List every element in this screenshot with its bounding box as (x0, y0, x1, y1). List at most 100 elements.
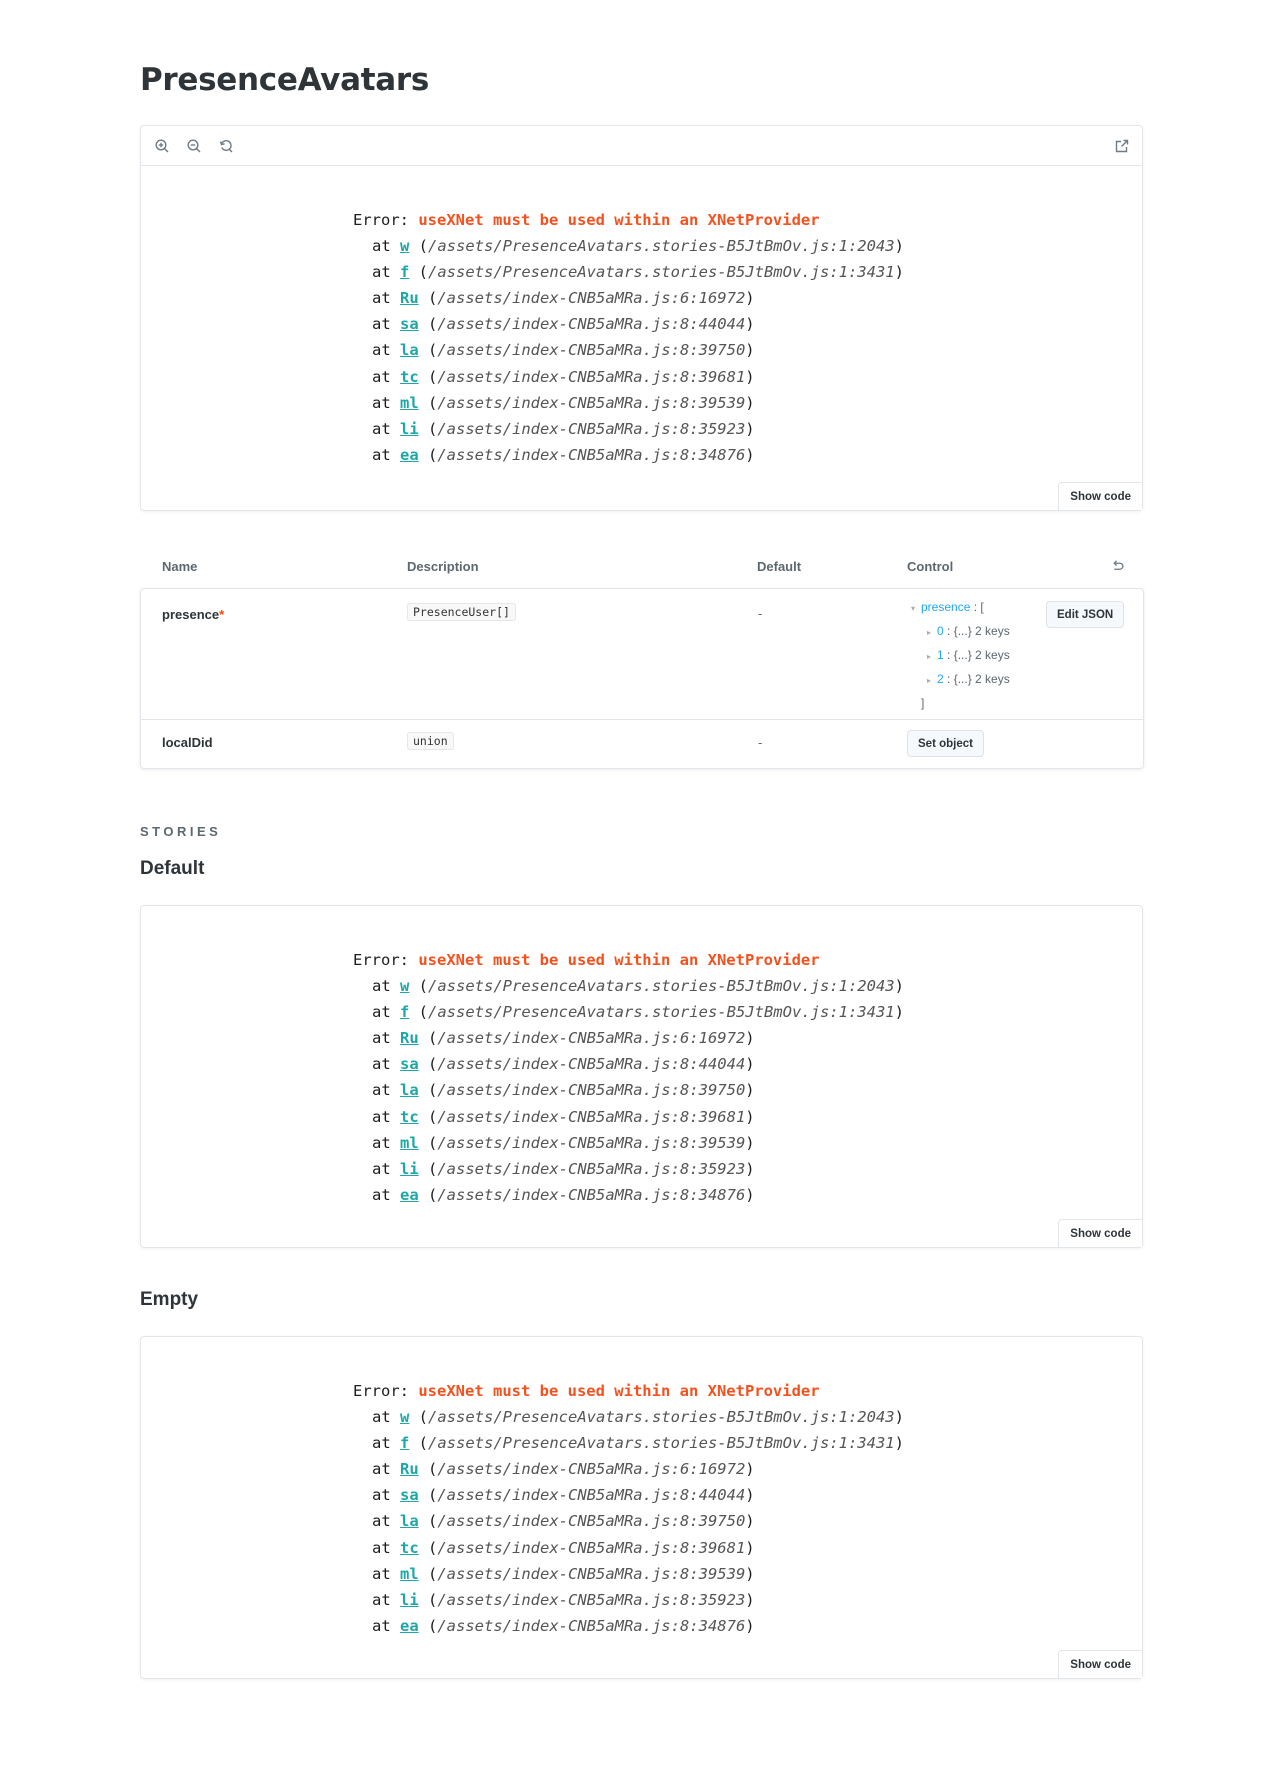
stack-function-link[interactable]: w (400, 237, 409, 255)
error-label: Error: (353, 211, 419, 229)
stack-frame: at w (/assets/PresenceAvatars.stories-B5… (372, 977, 904, 996)
set-object-button[interactable]: Set object (907, 730, 984, 757)
show-code-button[interactable]: Show code (1058, 1219, 1142, 1247)
stack-function-link[interactable]: f (400, 263, 409, 281)
stack-frame: at la (/assets/index-CNB5aMRa.js:8:39750… (372, 1081, 755, 1100)
stack-location: /assets/PresenceAvatars.stories-B5JtBmOv… (428, 977, 895, 996)
story-title-default: Default (140, 858, 205, 879)
error-message-line: Error: useXNet must be used within an XN… (353, 207, 904, 233)
stack-at: at (372, 1486, 400, 1505)
stack-location: /assets/index-CNB5aMRa.js:8:34876 (437, 1185, 746, 1204)
arg-default: - (758, 606, 763, 621)
reset-zoom-icon[interactable] (216, 136, 236, 156)
stack-frame: at f (/assets/PresenceAvatars.stories-B5… (372, 263, 904, 282)
stack-function-link[interactable]: sa (400, 1486, 419, 1504)
stack-function-link[interactable]: ml (400, 1134, 419, 1152)
stack-location: /assets/index-CNB5aMRa.js:8:35923 (437, 419, 746, 438)
show-code-button[interactable]: Show code (1058, 482, 1142, 510)
header-description: Description (407, 559, 479, 574)
zoom-out-icon[interactable] (184, 136, 204, 156)
tree-item[interactable]: ▸ 2 : {...} 2 keys (911, 668, 1010, 692)
caret-right-icon[interactable]: ▸ (927, 622, 937, 644)
error-message-line: Error: useXNet must be used within an XN… (353, 947, 904, 973)
stack-at: at (372, 1055, 400, 1074)
stack-location: /assets/PresenceAvatars.stories-B5JtBmOv… (428, 237, 895, 256)
stack-location: /assets/index-CNB5aMRa.js:8:39539 (437, 1133, 746, 1152)
json-tree: ▾ presence : [ ▸ 0 : {...} 2 keys ▸ 1 : {..… (911, 596, 1010, 714)
stack-function-link[interactable]: ml (400, 394, 419, 412)
error-message: useXNet must be used within an XNetProvi… (418, 951, 820, 969)
stack-function-link[interactable]: tc (400, 1539, 419, 1557)
reset-controls-icon[interactable] (1110, 559, 1125, 577)
stack-location: /assets/index-CNB5aMRa.js:8:39750 (437, 1512, 746, 1531)
stack-at: at (372, 237, 400, 256)
stack-function-link[interactable]: w (400, 977, 409, 995)
error-stack: Error: useXNet must be used within an XN… (353, 947, 904, 1208)
stack-function-link[interactable]: Ru (400, 1460, 419, 1478)
caret-down-icon[interactable]: ▾ (911, 598, 921, 620)
error-message: useXNet must be used within an XNetProvi… (418, 1382, 820, 1400)
stack-function-link[interactable]: ea (400, 1186, 419, 1204)
story-canvas-default: Error: useXNet must be used within an XN… (140, 905, 1143, 1248)
stack-function-link[interactable]: li (400, 1591, 419, 1609)
tree-item[interactable]: ▸ 1 : {...} 2 keys (911, 644, 1010, 668)
stack-at: at (372, 341, 400, 360)
stack-location: /assets/index-CNB5aMRa.js:6:16972 (437, 289, 746, 308)
required-marker: * (219, 607, 225, 622)
args-table: Name Description Default Control presenc… (140, 548, 1144, 769)
stack-location: /assets/index-CNB5aMRa.js:8:39539 (437, 393, 746, 412)
stack-function-link[interactable]: la (400, 1512, 419, 1530)
stack-frame: at ml (/assets/index-CNB5aMRa.js:8:39539… (372, 393, 755, 412)
stack-location: /assets/index-CNB5aMRa.js:8:39681 (437, 1107, 746, 1126)
stack-function-link[interactable]: Ru (400, 1029, 419, 1047)
stack-function-link[interactable]: li (400, 1160, 419, 1178)
stack-at: at (372, 393, 400, 412)
stack-function-link[interactable]: li (400, 420, 419, 438)
zoom-in-icon[interactable] (152, 136, 172, 156)
open-new-tab-icon[interactable] (1112, 136, 1132, 156)
stack-function-link[interactable]: f (400, 1434, 409, 1452)
stack-function-link[interactable]: ml (400, 1565, 419, 1583)
stack-function-link[interactable]: ea (400, 446, 419, 464)
stack-location: /assets/index-CNB5aMRa.js:6:16972 (437, 1029, 746, 1048)
stack-function-link[interactable]: la (400, 341, 419, 359)
stack-function-link[interactable]: la (400, 1081, 419, 1099)
stack-frame: at ea (/assets/index-CNB5aMRa.js:8:34876… (372, 1616, 755, 1635)
error-message-line: Error: useXNet must be used within an XN… (353, 1378, 904, 1404)
stack-location: /assets/index-CNB5aMRa.js:8:44044 (437, 1486, 746, 1505)
edit-json-button[interactable]: Edit JSON (1046, 601, 1125, 628)
stack-location: /assets/index-CNB5aMRa.js:6:16972 (437, 1460, 746, 1479)
stack-function-link[interactable]: w (400, 1408, 409, 1426)
header-name: Name (162, 559, 198, 574)
stack-frame: at sa (/assets/index-CNB5aMRa.js:8:44044… (372, 315, 755, 334)
stack-function-link[interactable]: sa (400, 1055, 419, 1073)
story-canvas-empty: Error: useXNet must be used within an XN… (140, 1336, 1143, 1679)
stack-location: /assets/index-CNB5aMRa.js:8:39681 (437, 367, 746, 386)
stack-frame: at f (/assets/PresenceAvatars.stories-B5… (372, 1003, 904, 1022)
stack-function-link[interactable]: tc (400, 1108, 419, 1126)
show-code-button[interactable]: Show code (1058, 1650, 1142, 1678)
stack-at: at (372, 1538, 400, 1557)
args-table-header: Name Description Default Control (140, 548, 1144, 588)
caret-right-icon[interactable]: ▸ (927, 670, 937, 692)
stack-location: /assets/index-CNB5aMRa.js:8:44044 (437, 1055, 746, 1074)
arg-default: - (758, 735, 763, 750)
error-label: Error: (353, 951, 419, 969)
stack-function-link[interactable]: sa (400, 315, 419, 333)
tree-item[interactable]: ▸ 0 : {...} 2 keys (911, 620, 1010, 644)
stack-function-link[interactable]: Ru (400, 289, 419, 307)
stack-location: /assets/index-CNB5aMRa.js:8:34876 (437, 445, 746, 464)
stack-function-link[interactable]: tc (400, 368, 419, 386)
stack-at: at (372, 1081, 400, 1100)
stories-section-label: STORIES (140, 824, 222, 839)
stack-function-link[interactable]: f (400, 1003, 409, 1021)
tree-close: ] (921, 696, 925, 710)
stack-location: /assets/index-CNB5aMRa.js:8:35923 (437, 1159, 746, 1178)
stack-function-link[interactable]: ea (400, 1617, 419, 1635)
stack-at: at (372, 289, 400, 308)
caret-right-icon[interactable]: ▸ (927, 646, 937, 668)
stack-at: at (372, 263, 400, 282)
stack-at: at (372, 1185, 400, 1204)
arg-type: union (407, 732, 454, 750)
tree-root[interactable]: ▾ presence : [ (911, 596, 1010, 620)
